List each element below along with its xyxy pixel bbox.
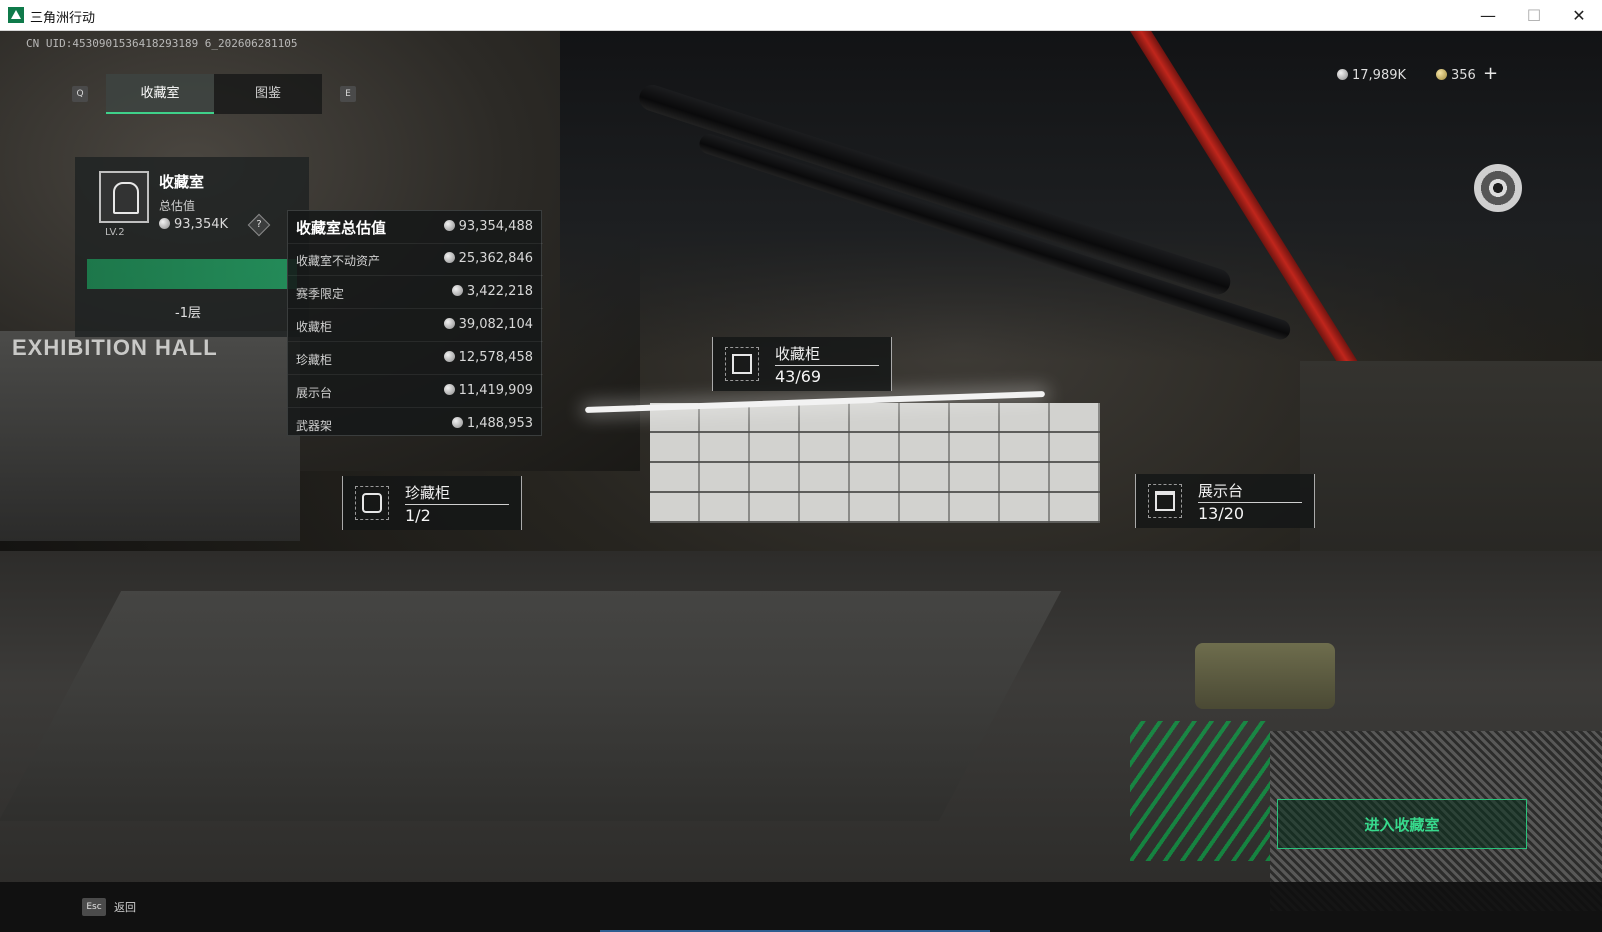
- cabinet-icon: [725, 347, 759, 381]
- close-button[interactable]: ✕: [1556, 0, 1602, 31]
- room-value-amount: 93,354K: [174, 217, 229, 232]
- breakdown-row-value: 11,419,909: [443, 383, 533, 398]
- breakdown-row-value: 1,488,953: [451, 416, 533, 431]
- silver-coin-icon: [443, 351, 455, 362]
- room-progress-bar: [87, 259, 297, 289]
- help-icon[interactable]: ?: [247, 213, 271, 237]
- help-glyph: ?: [256, 219, 262, 230]
- breakdown-row-value: 12,578,458: [443, 350, 533, 365]
- minimize-button[interactable]: —: [1465, 0, 1511, 31]
- music-disc-icon[interactable]: [1474, 164, 1522, 212]
- app-logo-icon: [8, 7, 24, 23]
- tab-collection-room[interactable]: 收藏室: [106, 74, 214, 114]
- breakdown-header: 收藏室总估值 93,354,488: [288, 211, 543, 244]
- rare-cabinet-icon: [355, 486, 389, 520]
- marker-name: 珍藏柜: [405, 484, 451, 502]
- silver-amount: 17,989K: [1352, 68, 1407, 83]
- exhibition-hall-wall: [0, 331, 300, 541]
- room-value: 93,354K: [159, 217, 228, 232]
- breakdown-total-amount: 93,354,488: [458, 219, 533, 234]
- breakdown-row-amount: 25,362,846: [458, 251, 533, 266]
- marker-display-stand[interactable]: 展示台 13/20: [1135, 474, 1315, 528]
- breakdown-row-label: 收藏室不动资产: [296, 254, 381, 268]
- rare-cabinet-glyph: [362, 493, 382, 513]
- breakdown-row-amount: 12,578,458: [458, 350, 533, 365]
- collection-cabinet-wall[interactable]: [650, 403, 1100, 523]
- marker-divider: [1198, 502, 1302, 503]
- esc-key-hint[interactable]: Esc: [82, 898, 106, 916]
- ammo-crate: [1195, 643, 1335, 709]
- silver-currency: 17,989K: [1337, 68, 1406, 83]
- breakdown-row-amount: 1,488,953: [466, 416, 533, 431]
- gold-coin-icon: [1436, 69, 1447, 80]
- breakdown-row: 珍藏柜 12,578,458: [288, 342, 543, 375]
- marker-name: 收藏柜: [775, 345, 821, 363]
- breakdown-row-amount: 3,422,218: [466, 284, 533, 299]
- breakdown-row-value: 39,082,104: [443, 317, 533, 332]
- room-card: LV.2 收藏室 总估值 93,354K ? -1层: [75, 157, 309, 337]
- room-title: 收藏室: [159, 173, 205, 191]
- display-stand-icon: [1148, 484, 1182, 518]
- breakdown-row: 收藏柜 39,082,104: [288, 309, 543, 342]
- breakdown-row-label: 珍藏柜: [296, 353, 333, 367]
- add-currency-button[interactable]: +: [1483, 63, 1498, 84]
- marker-collection-cabinet[interactable]: 收藏柜 43/69: [712, 337, 892, 391]
- exhibition-hall-sign: EXHIBITION HALL: [12, 335, 218, 360]
- marker-divider: [775, 365, 879, 366]
- breakdown-total: 93,354,488: [443, 219, 533, 234]
- value-breakdown-panel: 收藏室总估值 93,354,488 收藏室不动资产 25,362,846 赛季限…: [287, 210, 543, 436]
- marker-name: 展示台: [1198, 482, 1244, 500]
- bottom-bar: [0, 882, 1602, 932]
- breakdown-row-label: 收藏柜: [296, 320, 333, 334]
- room-level: LV.2: [105, 227, 125, 238]
- breakdown-row-amount: 11,419,909: [458, 383, 533, 398]
- floor-markings: [1130, 721, 1270, 861]
- marker-count: 13/20: [1198, 504, 1245, 523]
- breakdown-row-label: 展示台: [296, 386, 333, 400]
- silver-coin-icon: [443, 318, 455, 329]
- breakdown-title: 收藏室总估值: [296, 219, 387, 237]
- gold-amount: 356: [1451, 68, 1476, 83]
- enter-collection-room-button[interactable]: 进入收藏室: [1277, 799, 1527, 849]
- marker-count: 1/2: [405, 506, 431, 525]
- breakdown-row: 收藏室不动资产 25,362,846: [288, 243, 543, 276]
- room-floor: -1层: [175, 306, 201, 321]
- q-key-hint: Q: [72, 86, 88, 102]
- marker-divider: [405, 504, 509, 505]
- cabinet-glyph: [732, 354, 752, 374]
- breakdown-row: 赛季限定 3,422,218: [288, 276, 543, 309]
- window-title: 三角洲行动: [30, 11, 96, 26]
- floor-pit: [0, 591, 1062, 821]
- room-value-label: 总估值: [159, 199, 196, 213]
- silver-coin-icon: [443, 384, 455, 395]
- breakdown-row-label: 武器架: [296, 419, 333, 433]
- display-stand-glyph: [1155, 491, 1175, 511]
- silver-coin-icon: [159, 218, 170, 229]
- breakdown-row-label: 赛季限定: [296, 287, 345, 301]
- maximize-button[interactable]: ☐: [1511, 0, 1557, 31]
- gold-currency: 356: [1436, 68, 1476, 83]
- player-uid: CN UID:4530901536418293189 6_20260628110…: [26, 37, 298, 50]
- breakdown-row: 展示台 11,419,909: [288, 375, 543, 408]
- silver-coin-icon: [451, 285, 463, 296]
- breakdown-row-amount: 39,082,104: [458, 317, 533, 332]
- marker-count: 43/69: [775, 367, 822, 386]
- silver-coin-icon: [443, 252, 455, 263]
- e-key-hint: E: [340, 86, 356, 102]
- tab-catalog[interactable]: 图鉴: [214, 74, 322, 114]
- silver-coin-icon: [1337, 69, 1348, 80]
- silver-coin-icon: [451, 417, 463, 428]
- marker-rare-cabinet[interactable]: 珍藏柜 1/2: [342, 476, 522, 530]
- tab-bar: 收藏室 图鉴: [106, 74, 322, 114]
- breakdown-row: 武器架 1,488,953: [288, 408, 543, 441]
- breakdown-row-value: 3,422,218: [451, 284, 533, 299]
- window-titlebar: 三角洲行动 — ☐ ✕: [0, 0, 1602, 31]
- collection-room-icon: [99, 171, 149, 223]
- silver-coin-icon: [443, 220, 455, 231]
- back-label[interactable]: 返回: [114, 899, 136, 915]
- breakdown-row-value: 25,362,846: [443, 251, 533, 266]
